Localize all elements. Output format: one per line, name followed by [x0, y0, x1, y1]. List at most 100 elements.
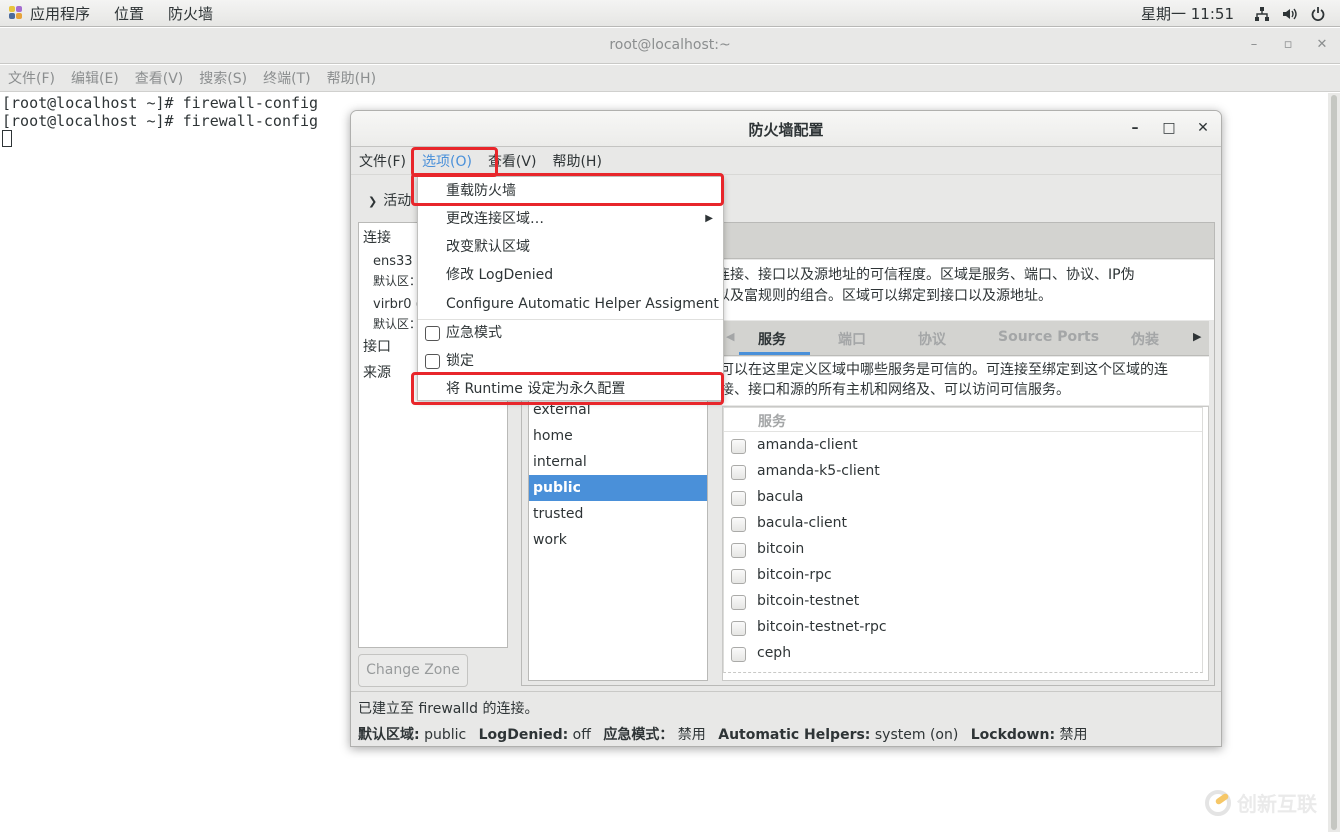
service-row[interactable]: bitcoin-testnet-rpc [724, 616, 1202, 642]
options-menu: 重载防火墙 更改连接区域… ▶ 改变默认区域 修改 LogDenied Confi… [417, 176, 724, 401]
terminal-close-button[interactable]: ✕ [1314, 37, 1330, 53]
terminal-menubar: 文件(F) 编辑(E) 查看(V) 搜索(S) 终端(T) 帮助(H) [0, 65, 1340, 92]
service-checkbox[interactable] [731, 621, 746, 636]
menu-item-label: 锁定 [446, 353, 474, 369]
menu-item-label: 应急模式 [446, 325, 502, 341]
service-checkbox[interactable] [731, 491, 746, 506]
connection-zone: 默认区： [373, 274, 422, 288]
service-row[interactable]: bacula-client [724, 512, 1202, 538]
menu-item-panic-mode[interactable]: 应急模式 [418, 319, 723, 347]
service-checkbox[interactable] [731, 465, 746, 480]
connection-item[interactable]: ens33 ( [373, 254, 422, 269]
automatic-helpers-label: Automatic Helpers: [718, 727, 871, 743]
menu-item-label: 更改连接区域… [446, 211, 544, 227]
lockdown-checkbox[interactable] [425, 354, 440, 369]
service-checkbox[interactable] [731, 439, 746, 454]
service-row[interactable]: ceph [724, 642, 1202, 668]
services-list[interactable]: 服务 amanda-client amanda-k5-client bacula… [723, 407, 1203, 673]
scrollbar-thumb[interactable] [1331, 95, 1337, 830]
volume-icon[interactable] [1282, 6, 1298, 22]
firewall-titlebar: 防火墙配置 – □ ✕ [351, 111, 1221, 147]
zone-item-work[interactable]: work [529, 527, 707, 553]
tab-scroll-left-icon[interactable]: ◀ [726, 330, 734, 343]
service-row[interactable]: amanda-client [724, 434, 1202, 460]
menu-item-lockdown[interactable]: 锁定 [418, 347, 723, 375]
menu-file[interactable]: 文件(F) [359, 151, 406, 171]
tab-scroll-right-icon[interactable]: ▶ [1193, 330, 1201, 343]
service-row[interactable]: bitcoin [724, 538, 1202, 564]
default-zone-label: 默认区域: [358, 727, 420, 743]
watermark-text: 创新互联 [1237, 792, 1317, 816]
tab-protocols[interactable]: 协议 [918, 329, 946, 349]
service-row[interactable]: bacula [724, 486, 1202, 512]
menu-help[interactable]: 帮助(H) [552, 151, 601, 171]
service-row[interactable]: bitcoin-rpc [724, 564, 1202, 590]
top-panel: 应用程序 位置 防火墙 星期一 11:51 [0, 0, 1340, 27]
terminal-minimize-button[interactable]: – [1246, 37, 1262, 53]
connection-zone: 默认区： [373, 317, 422, 331]
network-icon[interactable] [1254, 6, 1270, 22]
power-icon[interactable] [1310, 6, 1326, 22]
zone-item-trusted[interactable]: trusted [529, 501, 707, 527]
terminal-menu-view[interactable]: 查看(V) [135, 68, 184, 88]
clock[interactable]: 星期一 11:51 [1141, 3, 1234, 24]
service-name: bacula-client [757, 515, 848, 531]
menu-item-configure-helper[interactable]: Configure Automatic Helper Assigment [418, 290, 723, 318]
active-tab-indicator [739, 352, 810, 355]
tab-ports[interactable]: 端口 [838, 329, 866, 349]
status-separator [351, 691, 1221, 692]
menu-item-label: 修改 LogDenied [446, 267, 554, 283]
menu-options[interactable]: 选项(O) [422, 151, 472, 171]
services-header-label: 服务 [758, 414, 786, 430]
service-name: amanda-k5-client [757, 463, 880, 479]
lockdown-value: 禁用 [1059, 727, 1088, 743]
firewall-close-button[interactable]: ✕ [1195, 120, 1211, 136]
service-checkbox[interactable] [731, 517, 746, 532]
zone-item-home[interactable]: home [529, 423, 707, 449]
menu-item-runtime-to-permanent[interactable]: 将 Runtime 设定为永久配置 [418, 375, 723, 403]
services-box: 服务 amanda-client amanda-k5-client bacula… [722, 406, 1209, 681]
terminal-menu-search[interactable]: 搜索(S) [199, 68, 247, 88]
menu-item-change-connection-zone[interactable]: 更改连接区域… ▶ [418, 205, 723, 233]
terminal-maximize-button[interactable]: ▫ [1280, 37, 1296, 53]
service-row[interactable]: amanda-k5-client [724, 460, 1202, 486]
menu-item-change-default-zone[interactable]: 改变默认区域 [418, 233, 723, 261]
terminal-scrollbar[interactable] [1328, 93, 1340, 832]
service-checkbox[interactable] [731, 647, 746, 662]
top-menu-places[interactable]: 位置 [114, 3, 144, 24]
tab-masquerade[interactable]: 伪装 [1131, 329, 1159, 349]
watermark: 创新互联 [1205, 788, 1317, 817]
firewall-maximize-button[interactable]: □ [1161, 120, 1177, 136]
tab-source-ports[interactable]: Source Ports [998, 329, 1099, 345]
top-menu-firewall[interactable]: 防火墙 [168, 3, 213, 24]
sources-label: 来源 [363, 365, 391, 381]
menu-item-label: 将 Runtime 设定为永久配置 [446, 381, 626, 397]
services-column-header[interactable]: 服务 [724, 408, 1202, 432]
tab-services[interactable]: 服务 [758, 329, 786, 349]
service-name: bitcoin-testnet [757, 593, 860, 609]
change-zone-button[interactable]: Change Zone [358, 654, 468, 687]
zone-tabs: ◀ 服务 端口 协议 Source Ports 伪装 ▶ [722, 321, 1209, 356]
panic-mode-checkbox[interactable] [425, 326, 440, 341]
zone-item-internal[interactable]: internal [529, 449, 707, 475]
terminal-menu-edit[interactable]: 编辑(E) [71, 68, 119, 88]
connection-item[interactable]: virbr0 ( [373, 297, 421, 312]
service-checkbox[interactable] [731, 569, 746, 584]
firewall-minimize-button[interactable]: – [1127, 120, 1143, 136]
terminal-menu-terminal[interactable]: 终端(T) [263, 68, 310, 88]
zone-item-public[interactable]: public [529, 475, 707, 501]
connection-status: 已建立至 firewalld 的连接。 [358, 701, 539, 717]
menu-item-modify-logdenied[interactable]: 修改 LogDenied [418, 261, 723, 289]
service-checkbox[interactable] [731, 543, 746, 558]
menu-item-reload-firewall[interactable]: 重载防火墙 [418, 177, 723, 205]
panic-mode-value: 禁用 [677, 727, 706, 743]
menu-view[interactable]: 查看(V) [488, 151, 537, 171]
top-menu-applications[interactable]: 应用程序 [30, 3, 90, 24]
active-bindings-toggle[interactable]: ❯ 活动 [368, 190, 411, 210]
terminal-menu-file[interactable]: 文件(F) [8, 68, 55, 88]
terminal-menu-help[interactable]: 帮助(H) [327, 68, 376, 88]
service-checkbox[interactable] [731, 595, 746, 610]
watermark-logo-icon [1205, 789, 1231, 816]
service-row[interactable]: bitcoin-testnet [724, 590, 1202, 616]
log-denied-label: LogDenied: [478, 727, 569, 743]
